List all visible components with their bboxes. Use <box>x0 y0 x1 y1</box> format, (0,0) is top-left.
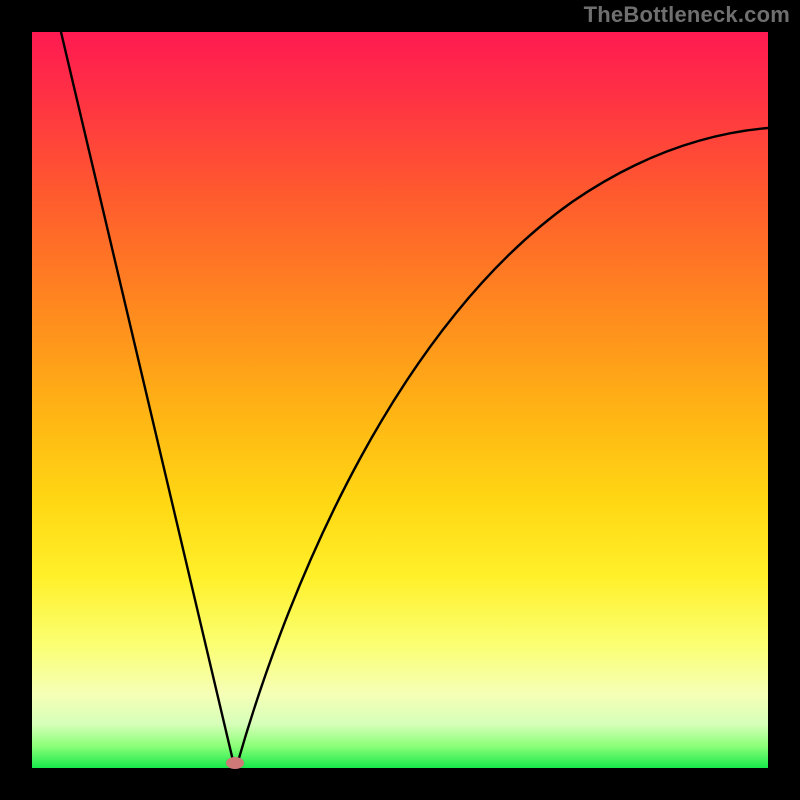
min-marker <box>226 757 244 769</box>
curve-svg <box>32 32 768 768</box>
plot-area <box>32 32 768 768</box>
chart-frame: TheBottleneck.com <box>0 0 800 800</box>
watermark-text: TheBottleneck.com <box>584 2 790 28</box>
bottleneck-curve <box>61 32 768 765</box>
